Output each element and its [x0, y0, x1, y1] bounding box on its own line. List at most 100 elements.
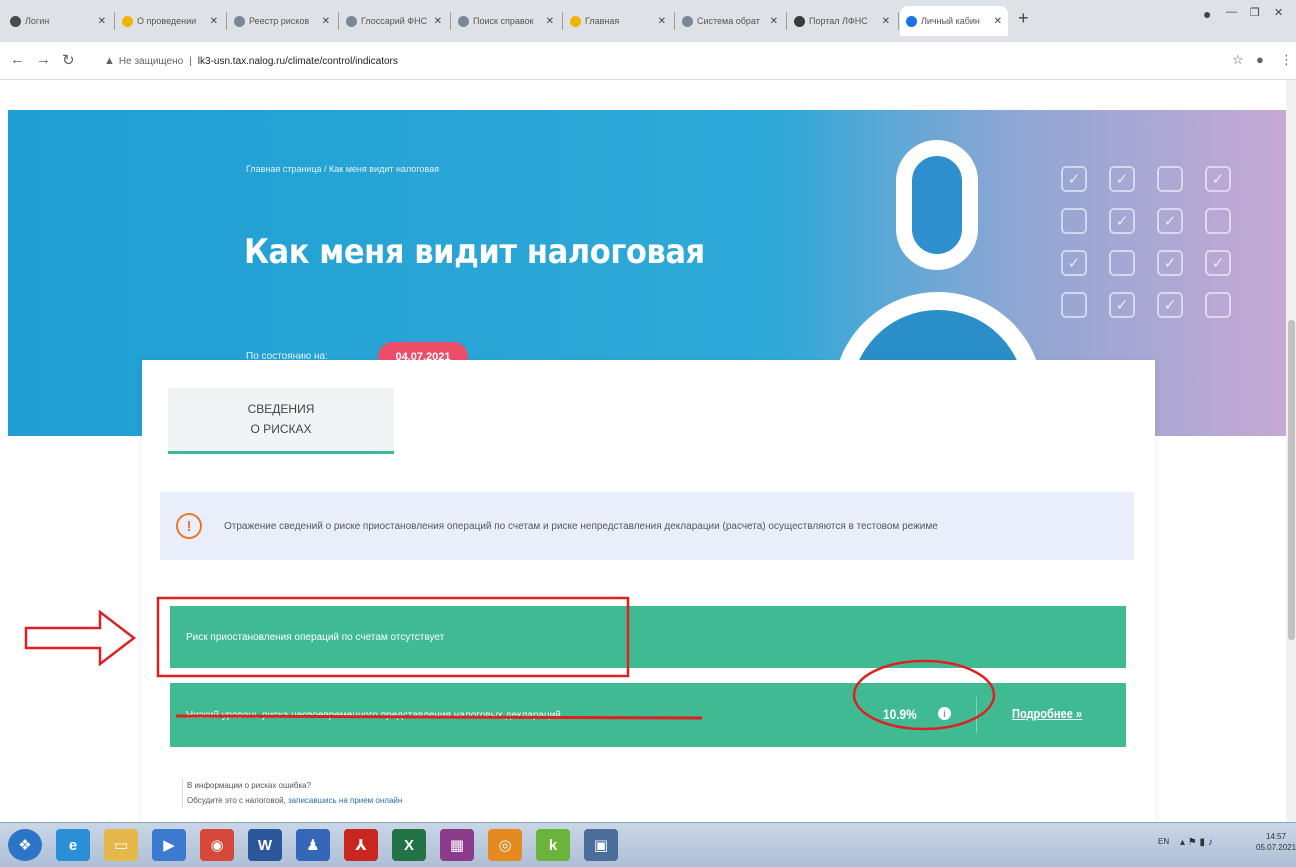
empty-box-icon	[1061, 292, 1087, 318]
url-input[interactable]: ▲ Не защищено | lk3-usn.tax.nalog.ru/cli…	[96, 49, 1206, 73]
checked-box-icon: ✓	[1157, 292, 1183, 318]
taskbar-app-multi-icon[interactable]: ▦	[440, 829, 474, 861]
risk-declarations-bar: Низкий уровень риска несвоевременного пр…	[170, 683, 1126, 747]
account-icon[interactable]: ●	[1256, 52, 1264, 67]
url-text: lk3-usn.tax.nalog.ru/climate/control/ind…	[197, 55, 398, 67]
empty-box-icon	[1061, 208, 1087, 234]
tab-separator	[674, 12, 675, 30]
restore-icon[interactable]: ❐	[1250, 6, 1260, 19]
browser-tab[interactable]: Личный кабин ✕	[900, 6, 1008, 36]
taskbar-app-monitor-icon[interactable]: ▣	[584, 829, 618, 861]
bookmark-star-icon[interactable]: ☆	[1232, 52, 1244, 68]
browser-tab[interactable]: Логин ✕	[4, 6, 112, 36]
browser-tab[interactable]: Главная ✕	[564, 6, 672, 36]
reload-icon[interactable]: ↻	[62, 51, 75, 69]
breadcrumb[interactable]: Главная страница / Как меня видит налого…	[246, 164, 439, 174]
taskbar-media-icon[interactable]: ▶	[152, 829, 186, 861]
tab-separator	[226, 12, 227, 30]
taskbar-app-blue-icon[interactable]: ♟	[296, 829, 330, 861]
tab-favicon-icon	[906, 15, 917, 27]
taskbar-excel-icon[interactable]: X	[392, 829, 426, 861]
risk-percent: 10.9%	[882, 706, 917, 722]
empty-box-icon	[1157, 166, 1183, 192]
taskbar-explorer-icon[interactable]: ▭	[104, 829, 138, 861]
back-icon[interactable]: ←	[10, 51, 25, 68]
scroll-thumb[interactable]	[1288, 320, 1295, 640]
browser-tab[interactable]: Глоссарий ФНС ✕	[340, 6, 448, 36]
notice-text: Отражение сведений о риске приостановлен…	[224, 520, 938, 532]
security-label: Не защищено	[118, 55, 184, 67]
tab-label-line2: О РИСКАХ	[250, 421, 312, 436]
tab-favicon-icon	[794, 15, 805, 27]
person-head-illustration	[896, 140, 978, 270]
checked-box-icon: ✓	[1109, 208, 1135, 234]
taskbar-word-icon[interactable]: W	[248, 829, 282, 861]
footnote: В информации о рисках ошибка? Обсудите э…	[182, 778, 402, 809]
tab-close-icon[interactable]: ✕	[94, 16, 106, 27]
new-tab-button[interactable]: +	[1018, 8, 1029, 29]
browser-tab[interactable]: Реестр рисков ✕	[228, 6, 336, 36]
online-appointment-link[interactable]: записавшись на прием онлайн	[288, 796, 402, 805]
forward-icon[interactable]: →	[36, 51, 51, 68]
tab-separator	[898, 12, 899, 30]
tab-separator	[450, 12, 451, 30]
browser-tab[interactable]: Портал ЛФНС ✕	[788, 6, 896, 36]
browser-tab[interactable]: Поиск справок ✕	[452, 6, 560, 36]
browser-tab[interactable]: О проведении ✕	[116, 6, 224, 36]
language-indicator[interactable]: EN	[1158, 837, 1169, 846]
menu-icon[interactable]: ⋮	[1280, 52, 1293, 68]
tab-close-icon[interactable]: ✕	[542, 16, 554, 27]
tab-close-icon[interactable]: ✕	[878, 16, 890, 27]
tab-close-icon[interactable]: ✕	[654, 16, 666, 27]
checked-box-icon: ✓	[1157, 208, 1183, 234]
info-icon[interactable]: i	[938, 707, 951, 720]
annotation-arrow	[24, 609, 137, 667]
tab-close-icon[interactable]: ✕	[206, 16, 218, 27]
checked-box-icon: ✓	[1061, 250, 1087, 276]
clock[interactable]: 14:57 05.07.2021	[1256, 831, 1296, 853]
taskbar-app-k-icon[interactable]: k	[536, 829, 570, 861]
risk-declarations-text: Низкий уровень риска несвоевременного пр…	[186, 709, 561, 721]
divider	[976, 697, 977, 733]
page-content: Главная страница / Как меня видит налого…	[0, 80, 1296, 822]
test-mode-notice: ! Отражение сведений о риске приостановл…	[160, 492, 1134, 560]
empty-box-icon	[1205, 292, 1231, 318]
tab-favicon-icon	[234, 15, 245, 27]
tab-close-icon[interactable]: ✕	[318, 16, 330, 27]
taskbar-ie-icon[interactable]: e	[56, 829, 90, 861]
tray-icons[interactable]: ▴ ⚑ ▮ ♪	[1180, 837, 1213, 848]
empty-box-icon	[1109, 250, 1135, 276]
tab-close-icon[interactable]: ✕	[766, 16, 778, 27]
tab-close-icon[interactable]: ✕	[430, 16, 442, 27]
minimize-icon[interactable]: —	[1226, 6, 1237, 18]
footnote-question: В информации о рисках ошибка?	[187, 781, 312, 790]
tab-title: О проведении	[137, 16, 197, 26]
tab-title: Логин	[25, 16, 50, 26]
taskbar-start-icon[interactable]: ❖	[8, 829, 42, 861]
profile-icon[interactable]: ●	[1203, 6, 1211, 22]
tab-title: Главная	[585, 16, 620, 26]
tab-title: Система обрат	[697, 16, 760, 26]
tab-favicon-icon	[10, 15, 21, 27]
browser-tab-strip: + ● — ❐ ✕ Логин ✕ О проведении ✕ Реестр риск…	[0, 0, 1296, 42]
risk-accounts-text: Риск приостановления операций по счетам …	[186, 631, 445, 643]
risk-card: СВЕДЕНИЯ О РИСКАХ ! Отражение сведений о…	[142, 360, 1155, 822]
tab-title: Личный кабин	[921, 16, 980, 26]
risk-accounts-bar: Риск приостановления операций по счетам …	[170, 606, 1126, 668]
taskbar-app-orange-icon[interactable]: ◎	[488, 829, 522, 861]
browser-tab[interactable]: Система обрат ✕	[676, 6, 784, 36]
not-secure-icon: ▲	[104, 55, 115, 67]
tab-close-icon[interactable]: ✕	[990, 16, 1002, 27]
details-link[interactable]: Подробнее »	[1012, 706, 1082, 721]
empty-box-icon	[1205, 208, 1231, 234]
checked-box-icon: ✓	[1109, 166, 1135, 192]
taskbar-chrome-icon[interactable]: ◉	[200, 829, 234, 861]
page-title: Как меня видит налоговая	[244, 232, 705, 272]
close-window-icon[interactable]: ✕	[1274, 6, 1283, 19]
tab-favicon-icon	[682, 15, 693, 27]
tab-risk-info[interactable]: СВЕДЕНИЯ О РИСКАХ	[168, 388, 394, 454]
tab-separator	[114, 12, 115, 30]
tab-separator	[338, 12, 339, 30]
taskbar-acrobat-icon[interactable]: ⅄	[344, 829, 378, 861]
tab-favicon-icon	[346, 15, 357, 27]
